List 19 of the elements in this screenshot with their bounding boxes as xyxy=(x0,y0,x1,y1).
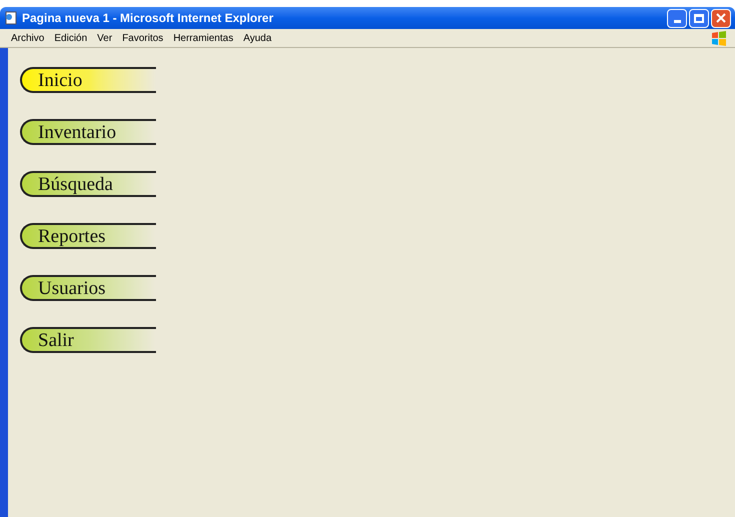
minimize-button[interactable] xyxy=(667,8,687,28)
windows-logo-icon xyxy=(711,30,727,46)
menu-item[interactable]: Ver xyxy=(92,30,118,46)
nav-button[interactable]: Inventario xyxy=(20,119,156,145)
nav-button[interactable]: Búsqueda xyxy=(20,171,156,197)
menu-item[interactable]: Archivo xyxy=(6,30,50,46)
menu-item[interactable]: Edición xyxy=(49,30,92,46)
menu-item[interactable]: Favoritos xyxy=(117,30,168,46)
menu-item[interactable]: Ayuda xyxy=(238,30,277,46)
nav-button[interactable]: Salir xyxy=(20,327,156,353)
maximize-button[interactable] xyxy=(689,8,709,28)
nav-button[interactable]: Inicio xyxy=(20,67,156,93)
close-button[interactable] xyxy=(711,8,731,28)
close-icon xyxy=(716,13,726,23)
menu-item[interactable]: Herramientas xyxy=(168,30,238,46)
page-icon xyxy=(4,11,18,25)
window-title: Pagina nueva 1 - Microsoft Internet Explorer xyxy=(22,10,274,27)
nav-button[interactable]: Usuarios xyxy=(20,275,156,301)
nav-button[interactable]: Reportes xyxy=(20,223,156,249)
